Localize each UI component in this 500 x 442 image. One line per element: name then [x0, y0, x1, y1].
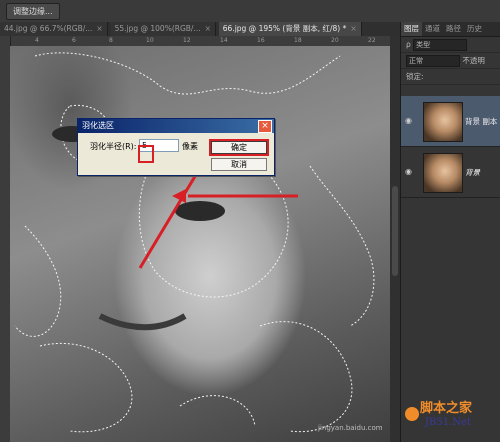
ruler-tick: 6 — [72, 37, 76, 44]
tab-layers[interactable]: 图层 — [401, 22, 422, 36]
lock-row: 锁定: — [401, 69, 500, 85]
ruler-tick: 4 — [35, 37, 39, 44]
layer-thumbnail — [423, 153, 463, 193]
refine-edge-button[interactable]: 调整边缘... — [6, 3, 60, 20]
vertical-scrollbar[interactable] — [390, 36, 400, 442]
dialog-title: 羽化选区 — [82, 121, 114, 130]
blend-mode-select[interactable]: 正常 — [406, 55, 460, 67]
tab-label: 66.jpg @ 195% (背景 副本, 红/8) * — [222, 24, 347, 33]
watermark-logo — [405, 407, 419, 421]
faint-watermark: jingyan.baidu.com — [318, 424, 383, 432]
close-icon[interactable]: × — [350, 24, 356, 33]
eye-icon[interactable]: ◉ — [405, 167, 414, 176]
tab-66-jpg[interactable]: 66.jpg @ 195% (背景 副本, 红/8) * × — [218, 22, 362, 36]
opacity-label: 不透明 — [462, 56, 485, 65]
layer-name: 背景 副本 — [465, 117, 498, 126]
tab-44-jpg[interactable]: 44.jpg @ 66.7%(RGB/... × — [0, 22, 108, 36]
ruler-tick: 18 — [294, 37, 302, 44]
ruler-tick: 20 — [331, 37, 339, 44]
filter-icon: ρ — [406, 40, 411, 49]
ruler-tick: 8 — [109, 37, 113, 44]
layer-name: 背景 — [465, 168, 480, 177]
layers-panel: 图层 通道 路径 历史 ρ 类型 正常 不透明 锁定: ◉ 背景 副本 ◉ 背景 — [400, 22, 500, 442]
eye-icon[interactable]: ◉ — [405, 116, 414, 125]
document-tabs: 44.jpg @ 66.7%(RGB/... × 55.jpg @ 100%(RG… — [0, 22, 400, 37]
close-icon[interactable]: × — [258, 120, 272, 133]
watermark-title: 脚本之家 — [420, 401, 473, 416]
kind-filter-row: ρ 类型 — [401, 37, 500, 53]
ruler-tick: 16 — [257, 37, 265, 44]
tab-paths[interactable]: 路径 — [443, 22, 464, 36]
tab-label: 44.jpg @ 66.7%(RGB/... — [4, 24, 93, 33]
ruler-tick: 22 — [368, 37, 376, 44]
tab-history[interactable]: 历史 — [464, 22, 485, 36]
close-icon[interactable]: × — [96, 24, 102, 33]
ruler-tick: 14 — [220, 37, 228, 44]
options-bar: 调整边缘... — [0, 0, 500, 23]
close-icon[interactable]: × — [205, 24, 211, 33]
ruler-tick: 10 — [146, 37, 154, 44]
scrollbar-thumb[interactable] — [392, 186, 398, 276]
document-canvas[interactable] — [10, 46, 390, 442]
pixels-unit-label: 像素 — [182, 142, 198, 151]
tab-55-jpg[interactable]: 55.jpg @ 100%(RGB/... × — [110, 22, 216, 36]
ruler-tick: 12 — [183, 37, 191, 44]
blend-row: 正常 不透明 — [401, 53, 500, 69]
radius-highlight-box — [138, 145, 154, 163]
layer-thumbnail — [423, 102, 463, 142]
feather-selection-dialog: 羽化选区 × 羽化半径(R): 5 像素 确定 取消 — [77, 118, 275, 176]
kind-filter-select[interactable]: 类型 — [413, 39, 468, 51]
red-arrow-annotations — [138, 128, 298, 269]
tab-label: 55.jpg @ 100%(RGB/... — [114, 24, 201, 33]
cancel-button[interactable]: 取消 — [211, 158, 267, 171]
feather-radius-label: 羽化半径(R): — [90, 142, 137, 151]
layer-background-copy[interactable]: ◉ 背景 副本 — [401, 96, 500, 147]
panel-tabs: 图层 通道 路径 历史 — [401, 22, 500, 37]
layer-background[interactable]: ◉ 背景 — [401, 147, 500, 198]
dialog-title-bar: 羽化选区 × — [78, 119, 274, 133]
site-watermark: 脚本之家 JB51.Net — [405, 395, 500, 439]
watermark-url: JB51.Net — [425, 417, 471, 428]
tab-channels[interactable]: 通道 — [422, 22, 443, 36]
lock-label: 锁定: — [406, 72, 424, 81]
ok-button[interactable]: 确定 — [209, 139, 269, 156]
